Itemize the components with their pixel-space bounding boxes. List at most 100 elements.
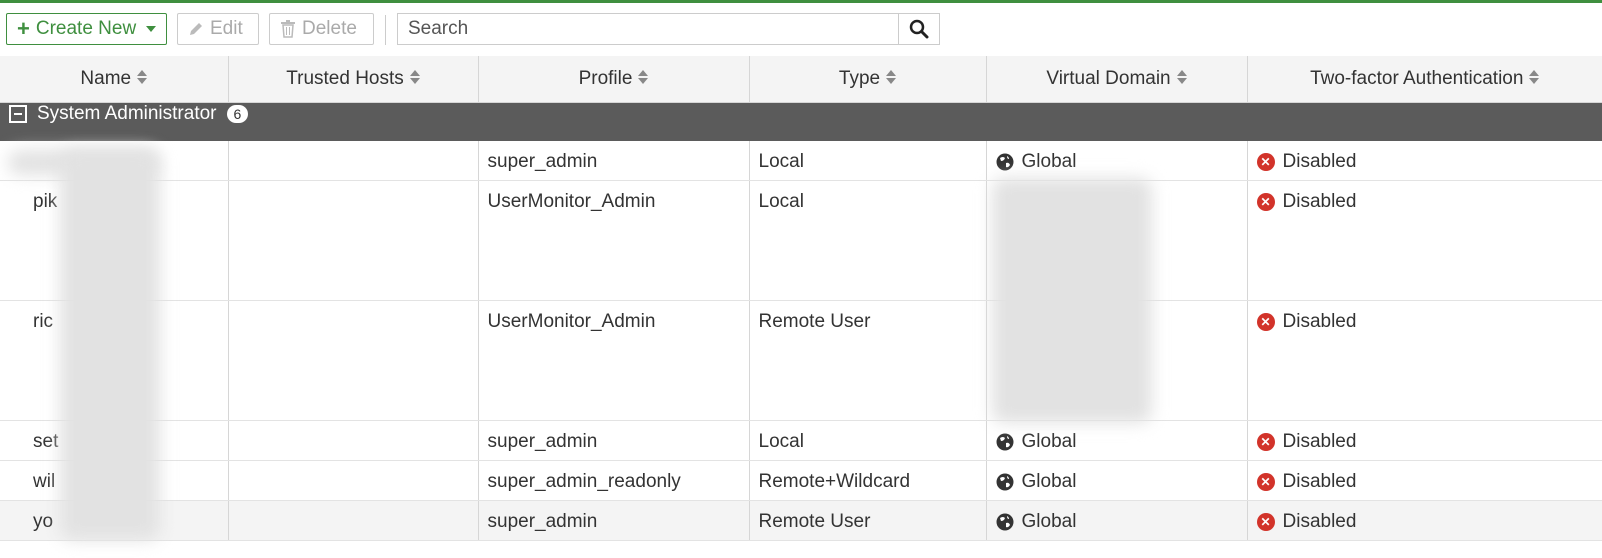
x-circle-icon: ✕ <box>1256 193 1275 211</box>
cell-type: Remote+Wildcard <box>749 460 987 501</box>
cell-profile: super_admin_readonly <box>478 460 750 501</box>
cell-profile: UserMonitor_Admin <box>478 180 750 301</box>
twofa-text: Disabled <box>1282 471 1357 492</box>
cell-virtual-domain: Global <box>986 420 1248 461</box>
globe-icon <box>996 433 1014 451</box>
cell-two-factor: ✕ Disabled <box>1247 180 1602 301</box>
search-input[interactable] <box>397 13 899 45</box>
toolbar-divider <box>385 15 386 45</box>
edit-label: Edit <box>210 18 243 39</box>
sort-icon[interactable] <box>638 69 649 84</box>
cell-virtual-domain: Global <box>986 140 1248 181</box>
group-row-system-administrator[interactable]: System Administrator 6 <box>0 102 1602 141</box>
profile-text: super_admin <box>487 150 598 172</box>
name-text: wil <box>33 471 56 492</box>
pencil-icon <box>190 23 202 35</box>
vdom-text: Global <box>1021 431 1077 452</box>
type-text: Remote+Wildcard <box>758 471 911 492</box>
twofa-text: Disabled <box>1282 191 1357 212</box>
toolbar: + Create New Edit Delete <box>0 3 1602 57</box>
name-text: set <box>33 431 59 452</box>
vdom-text: Global <box>1021 471 1077 492</box>
table-row[interactable]: super_admin Local Global ✕ Disabled <box>0 140 1602 181</box>
cell-type: Local <box>749 420 987 461</box>
cell-two-factor: ✕ Disabled <box>1247 460 1602 501</box>
cell-trusted-hosts <box>228 460 479 501</box>
search-button[interactable] <box>898 13 940 45</box>
cell-two-factor: ✕ Disabled <box>1247 420 1602 461</box>
x-circle-icon: ✕ <box>1256 473 1275 491</box>
table-row[interactable]: set super_admin Local Global ✕ Disabled <box>0 420 1602 461</box>
profile-text: super_admin <box>487 431 598 452</box>
group-label: System Administrator <box>37 103 217 124</box>
sort-icon[interactable] <box>1529 69 1540 84</box>
table-row[interactable]: wil super_admin_readonly Remote+Wildcard… <box>0 460 1602 501</box>
twofa-text: Disabled <box>1282 511 1357 532</box>
cell-type: Local <box>749 180 987 301</box>
type-text: Local <box>758 431 804 452</box>
name-text: ric <box>33 311 54 332</box>
delete-button[interactable]: Delete <box>269 13 374 45</box>
column-header-trusted-hosts[interactable]: Trusted Hosts <box>228 56 479 103</box>
column-header-profile[interactable]: Profile <box>478 56 750 103</box>
cell-trusted-hosts <box>228 500 479 541</box>
table-row[interactable]: pik UserMonitor_Admin Local ✕ Disabled <box>0 180 1602 301</box>
twofa-text: Disabled <box>1282 431 1357 452</box>
x-circle-icon: ✕ <box>1256 433 1275 451</box>
sort-icon[interactable] <box>137 69 148 84</box>
cell-profile: super_admin <box>478 140 750 181</box>
cell-profile: super_admin <box>478 420 750 461</box>
profile-text: UserMonitor_Admin <box>487 311 656 332</box>
cell-virtual-domain: Global <box>986 500 1248 541</box>
create-new-button[interactable]: + Create New <box>6 13 167 45</box>
x-circle-icon: ✕ <box>1256 513 1275 531</box>
cell-two-factor: ✕ Disabled <box>1247 500 1602 541</box>
search-icon <box>909 19 929 39</box>
vdom-text: Global <box>1021 511 1077 532</box>
table-row[interactable]: ric UserMonitor_Admin Remote User ✕ Disab… <box>0 300 1602 421</box>
delete-label: Delete <box>302 18 357 39</box>
table-row[interactable]: yo super_admin Remote User Global ✕ Disab… <box>0 500 1602 541</box>
sort-icon[interactable] <box>1176 69 1187 84</box>
sort-icon[interactable] <box>409 69 420 84</box>
type-text: Remote User <box>758 511 871 532</box>
x-circle-icon: ✕ <box>1256 313 1275 331</box>
twofa-text: Disabled <box>1282 150 1357 172</box>
profile-text: super_admin_readonly <box>487 471 681 492</box>
column-header-name[interactable]: Name <box>0 56 229 103</box>
cell-virtual-domain: Global <box>986 460 1248 501</box>
type-text: Local <box>758 150 804 172</box>
trash-icon <box>281 20 295 38</box>
chevron-down-icon[interactable] <box>146 26 156 32</box>
column-header-type[interactable]: Type <box>749 56 987 103</box>
edit-button[interactable]: Edit <box>177 13 259 45</box>
name-text: yo <box>33 511 54 532</box>
globe-icon <box>996 513 1014 531</box>
collapse-icon[interactable] <box>9 105 27 123</box>
column-header-two-factor[interactable]: Two-factor Authentication <box>1247 56 1602 103</box>
cell-profile: super_admin <box>478 500 750 541</box>
redacted-vdom-overlay <box>992 178 1152 423</box>
globe-icon <box>996 473 1014 491</box>
create-new-label: Create New <box>35 18 137 39</box>
cell-trusted-hosts <box>228 180 479 301</box>
plus-icon: + <box>17 16 30 41</box>
cell-type: Local <box>749 140 987 181</box>
globe-icon <box>996 153 1014 171</box>
group-count-badge: 6 <box>226 105 249 123</box>
table-header-row: Name Trusted Hosts Profile Type Virtual … <box>0 56 1602 103</box>
twofa-text: Disabled <box>1282 311 1357 332</box>
cell-type: Remote User <box>749 500 987 541</box>
x-circle-icon: ✕ <box>1256 152 1275 171</box>
sort-icon[interactable] <box>886 69 897 84</box>
administrators-table: Name Trusted Hosts Profile Type Virtual … <box>0 56 1602 541</box>
profile-text: UserMonitor_Admin <box>487 191 656 212</box>
name-text: pik <box>33 191 58 212</box>
type-text: Local <box>758 191 804 212</box>
cell-two-factor: ✕ Disabled <box>1247 140 1602 181</box>
column-header-virtual-domain[interactable]: Virtual Domain <box>986 56 1248 103</box>
redacted-name-overlay <box>60 150 160 540</box>
vdom-text: Global <box>1021 150 1077 172</box>
cell-type: Remote User <box>749 300 987 421</box>
profile-text: super_admin <box>487 511 598 532</box>
